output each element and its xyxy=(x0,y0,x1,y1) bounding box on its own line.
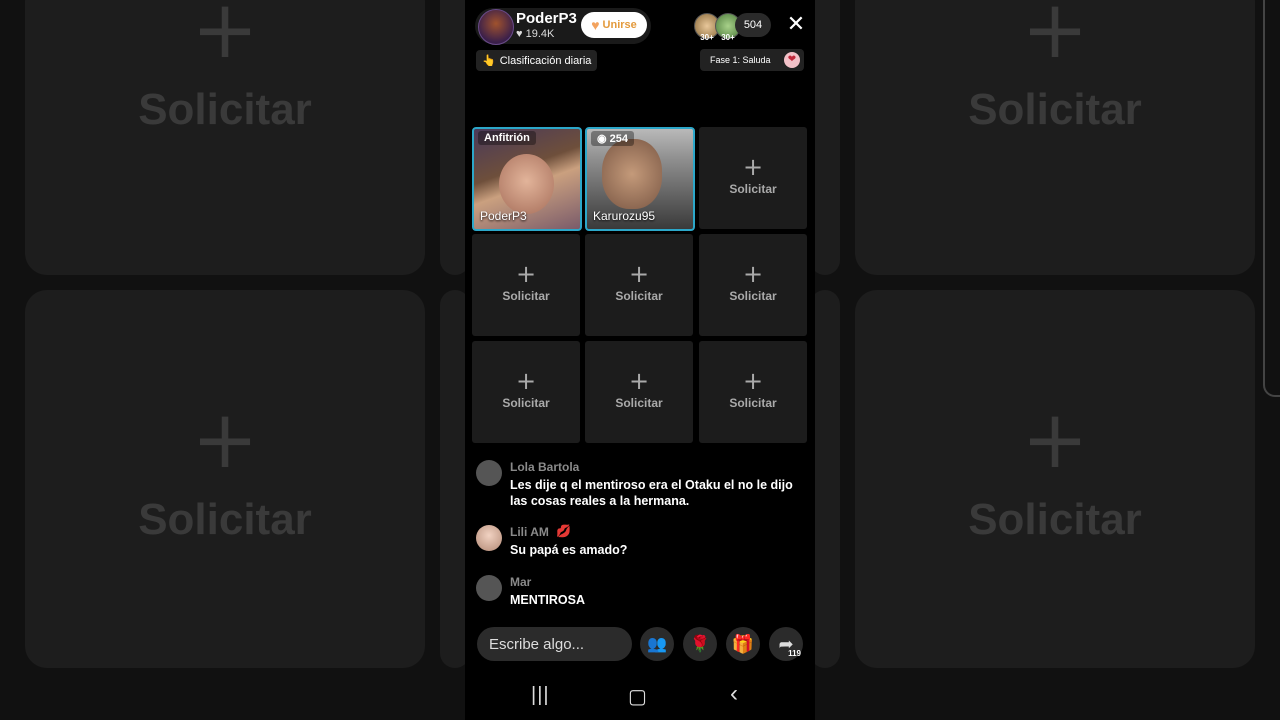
host-face xyxy=(499,154,554,214)
plus-icon: + xyxy=(1021,0,1089,76)
plus-icon: + xyxy=(515,260,537,288)
gift-icon: 🎁 xyxy=(731,633,755,654)
host-video-tile[interactable]: Anfitrión PoderP3 xyxy=(472,127,582,231)
chat-username[interactable]: Lili AM xyxy=(510,525,549,539)
background-tile: + Solicitar xyxy=(855,290,1255,668)
hand-icon: 👆 xyxy=(482,55,496,67)
plus-icon: + xyxy=(628,260,650,288)
daily-ranking-label: Clasificación diaria xyxy=(499,54,592,67)
viewer-badge: 30+ xyxy=(721,33,735,42)
request-slot-label: Solicitar xyxy=(729,396,777,410)
background-tile-label: Solicitar xyxy=(138,85,312,134)
request-slot-label: Solicitar xyxy=(729,182,777,196)
host-likes: ♥ 19.4K xyxy=(516,28,555,40)
join-button-label: Unirse xyxy=(602,19,637,31)
guest-face xyxy=(602,139,662,209)
request-slot-label: Solicitar xyxy=(502,289,550,303)
host-name: PoderP3 xyxy=(516,10,577,27)
back-button[interactable]: ‹ xyxy=(730,680,738,708)
background-tile-label: Solicitar xyxy=(138,495,312,544)
plus-icon: + xyxy=(742,367,764,395)
background-tile: + Solicitar xyxy=(855,0,1255,275)
request-slot[interactable]: + Solicitar xyxy=(585,341,693,443)
request-slot[interactable]: + Solicitar xyxy=(472,341,580,443)
close-icon[interactable]: ✕ xyxy=(784,12,808,36)
share-count: 119 xyxy=(788,649,801,658)
chat-text: MENTIROSA xyxy=(510,593,585,607)
plus-icon: + xyxy=(742,153,764,181)
phase-badge[interactable]: Fase 1: Saluda ❤ xyxy=(700,49,804,71)
plus-icon: + xyxy=(191,393,259,486)
chat-message: Lili AM 💋 Su papá es amado? xyxy=(476,524,806,561)
host-avatar[interactable] xyxy=(478,9,514,45)
chat-message: Mar MENTIROSA xyxy=(476,575,806,611)
request-slot[interactable]: + Solicitar xyxy=(699,341,807,443)
heart-icon: ♥ xyxy=(591,17,600,33)
request-slot-label: Solicitar xyxy=(729,289,777,303)
phase-label: Fase 1: Saluda xyxy=(710,55,771,65)
background-frame-edge xyxy=(1263,0,1280,397)
gift-button[interactable]: 🎁 xyxy=(726,627,760,661)
request-slot-label: Solicitar xyxy=(615,289,663,303)
rose-icon: 🌹 xyxy=(690,636,710,653)
daily-ranking-badge[interactable]: 👆 Clasificación diaria xyxy=(476,50,598,71)
people-icon: 👥 xyxy=(647,636,667,653)
chat-text: Su papá es amado? xyxy=(510,543,628,557)
host-video-name: PoderP3 xyxy=(480,209,527,223)
user-avatar[interactable] xyxy=(476,460,502,486)
guest-video-name: Karurozu95 xyxy=(593,209,656,223)
chat-username[interactable]: Lola Bartola xyxy=(510,460,579,474)
user-avatar[interactable] xyxy=(476,575,502,601)
comment-input[interactable]: Escribe algo... xyxy=(477,627,632,661)
chat-text: Les dije q el mentiroso era el Otaku el … xyxy=(510,478,793,508)
kiss-icon: 💋 xyxy=(556,524,571,538)
plus-icon: + xyxy=(515,367,537,395)
background-tile: + Solicitar xyxy=(25,0,425,275)
plus-icon: + xyxy=(742,260,764,288)
home-button[interactable]: ▢ xyxy=(628,684,647,709)
host-tag: Anfitrión xyxy=(478,131,536,145)
request-slot[interactable]: + Solicitar xyxy=(585,234,693,336)
rose-button[interactable]: 🌹 xyxy=(683,627,717,661)
request-slot-label: Solicitar xyxy=(502,396,550,410)
plus-icon: + xyxy=(628,367,650,395)
request-slot[interactable]: + Solicitar xyxy=(699,234,807,336)
join-button[interactable]: ♥ Unirse xyxy=(581,12,647,38)
user-avatar[interactable] xyxy=(476,525,502,551)
guests-button[interactable]: 👥 xyxy=(640,627,674,661)
plus-icon: + xyxy=(1021,393,1089,486)
request-slot-label: Solicitar xyxy=(615,396,663,410)
viewer-count[interactable]: 504 xyxy=(735,13,771,37)
background-tile-label: Solicitar xyxy=(968,85,1142,134)
share-button[interactable]: ➦ 119 xyxy=(769,627,803,661)
request-slot[interactable]: + Solicitar xyxy=(699,127,807,229)
guest-video-tile[interactable]: ◉ 254 Karurozu95 xyxy=(585,127,695,231)
background-tile: + Solicitar xyxy=(25,290,425,668)
recents-button[interactable]: ||| xyxy=(531,684,550,707)
request-slot[interactable]: + Solicitar xyxy=(472,234,580,336)
plus-icon: + xyxy=(191,0,259,76)
chat-username[interactable]: Mar xyxy=(510,575,531,589)
background-tile-label: Solicitar xyxy=(968,495,1142,544)
lips-icon: ❤ xyxy=(784,52,800,68)
guest-tag: ◉ 254 xyxy=(591,131,635,146)
chat-message: Lola Bartola Les dije q el mentiroso era… xyxy=(476,460,806,510)
